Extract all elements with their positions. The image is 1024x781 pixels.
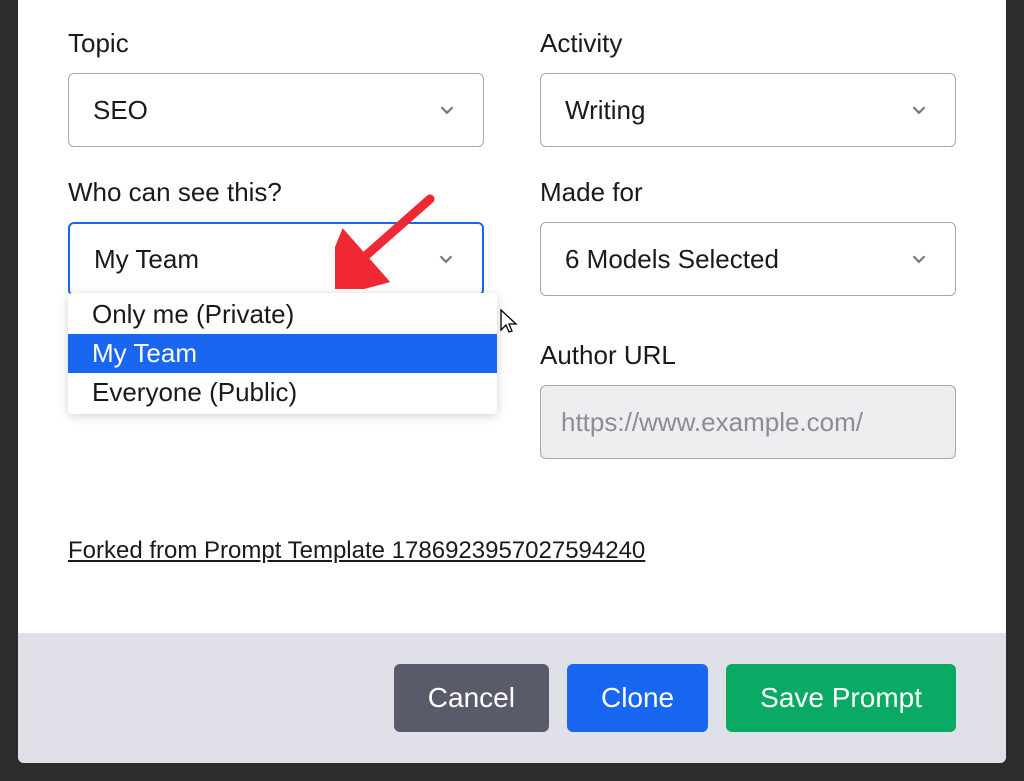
chevron-down-icon <box>434 247 458 271</box>
activity-select[interactable]: Writing <box>540 73 956 147</box>
topic-label: Topic <box>68 28 484 59</box>
activity-field: Activity Writing <box>540 28 956 147</box>
footer: Cancel Clone Save Prompt <box>18 633 1006 763</box>
visibility-option-public[interactable]: Everyone (Public) <box>68 373 497 412</box>
visibility-option-team[interactable]: My Team <box>68 334 497 373</box>
cancel-button[interactable]: Cancel <box>394 664 549 732</box>
save-button[interactable]: Save Prompt <box>726 664 956 732</box>
visibility-dropdown: Only me (Private) My Team Everyone (Publ… <box>68 293 497 414</box>
topic-value: SEO <box>93 95 148 126</box>
madefor-value: 6 Models Selected <box>565 244 779 275</box>
activity-value: Writing <box>565 95 645 126</box>
madefor-select[interactable]: 6 Models Selected <box>540 222 956 296</box>
visibility-select[interactable]: My Team <box>68 222 484 296</box>
chevron-down-icon <box>907 98 931 122</box>
modal: Topic SEO Activity Writing <box>18 0 1006 763</box>
visibility-field: Who can see this? My Team Only me (Priva… <box>68 177 484 296</box>
fork-link[interactable]: Forked from Prompt Template 178692395702… <box>68 537 645 565</box>
authorurl-input[interactable] <box>540 385 956 459</box>
visibility-label: Who can see this? <box>68 177 484 208</box>
form-area: Topic SEO Activity Writing <box>18 0 1006 585</box>
row-1: Topic SEO Activity Writing <box>68 28 956 147</box>
visibility-option-private[interactable]: Only me (Private) <box>68 295 497 334</box>
chevron-down-icon <box>907 247 931 271</box>
madefor-label: Made for <box>540 177 956 208</box>
authorurl-field: Author URL <box>540 340 956 459</box>
chevron-down-icon <box>435 98 459 122</box>
authorurl-label: Author URL <box>540 340 956 371</box>
topic-field: Topic SEO <box>68 28 484 147</box>
clone-button[interactable]: Clone <box>567 664 708 732</box>
activity-label: Activity <box>540 28 956 59</box>
topic-select[interactable]: SEO <box>68 73 484 147</box>
row-2: Who can see this? My Team Only me (Priva… <box>68 177 956 296</box>
madefor-field: Made for 6 Models Selected <box>540 177 956 296</box>
visibility-value: My Team <box>94 244 199 275</box>
